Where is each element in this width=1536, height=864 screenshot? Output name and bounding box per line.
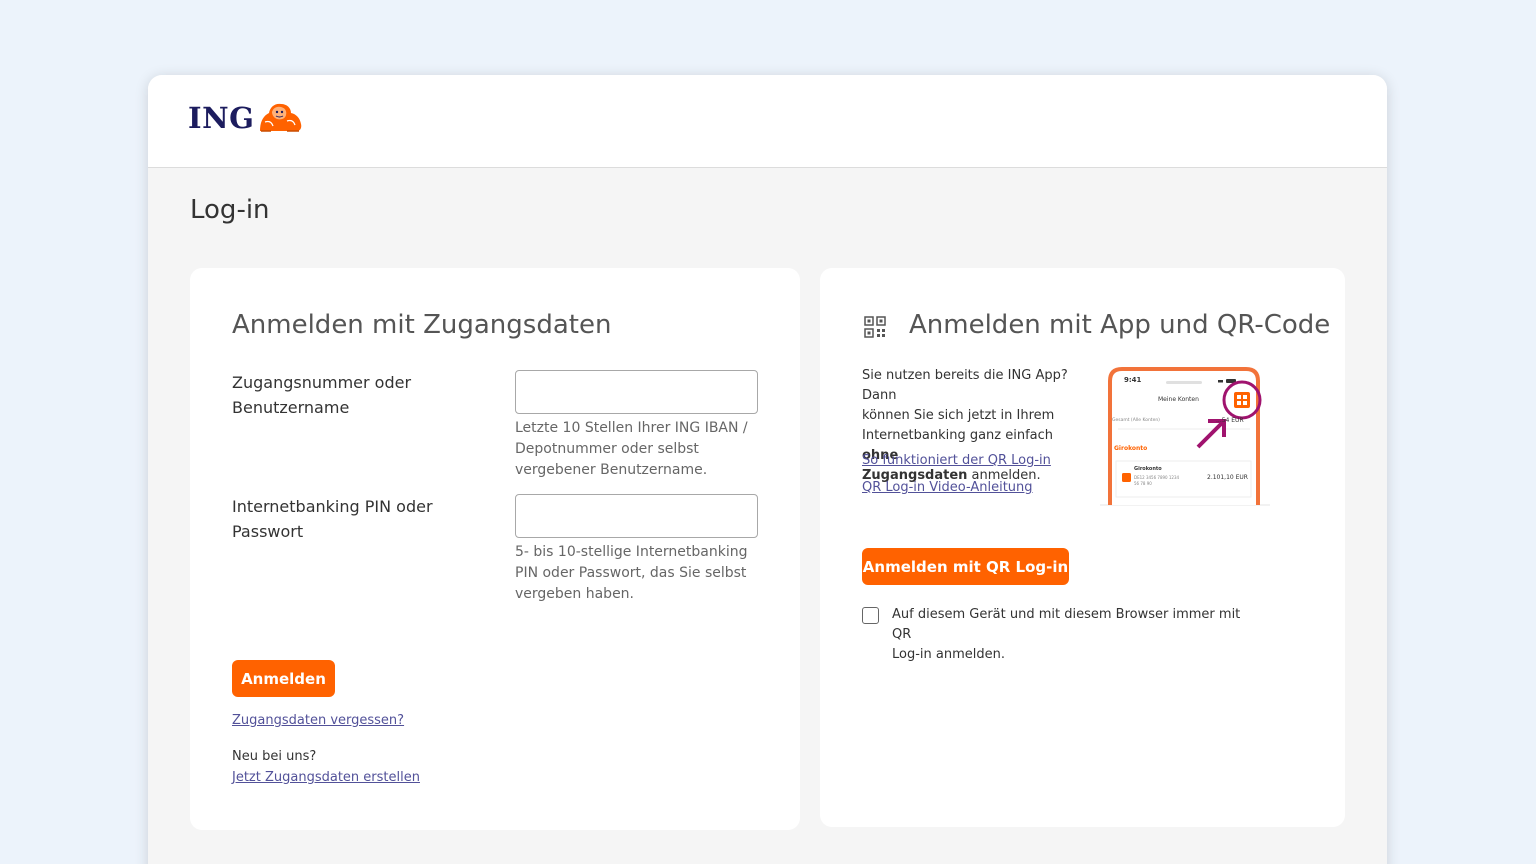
qr-title: Anmelden mit App und QR-Code [909, 310, 1331, 340]
qr-video-link[interactable]: QR Log-in Video-Anleitung [862, 480, 1033, 495]
login-button[interactable]: Anmelden [232, 660, 335, 697]
phone-section: Girokonto [1114, 445, 1148, 452]
phone-iban-line2: 56 78 90 [1134, 481, 1152, 486]
qr-code-icon [864, 316, 886, 338]
ing-logo[interactable]: ING [188, 101, 303, 135]
site-header: ING [148, 75, 1387, 168]
new-customer-label: Neu bei uns? [232, 749, 317, 764]
credentials-card: Anmelden mit Zugangsdaten Zugangsnummer … [190, 268, 800, 830]
phone-time: 9:41 [1124, 376, 1142, 384]
phone-frame [1100, 367, 1270, 506]
logo-text: ING [188, 101, 255, 135]
credentials-title: Anmelden mit Zugangsdaten [232, 310, 612, 340]
pin-hint: 5- bis 10-stellige Internetbanking PIN o… [515, 544, 748, 602]
phone-account-name: Girokonto [1134, 466, 1162, 472]
browser-window: ING Log-in Anmelden mit Zugangsdaten Zug… [148, 75, 1387, 864]
qr-card: Anmelden mit App und QR-Code Sie nutzen … [820, 268, 1345, 827]
qr-how-link[interactable]: So funktioniert der QR Log-in [862, 453, 1051, 468]
phone-total: ...54 EUR [1216, 417, 1244, 424]
phone-illustration: 9:41 Meine Konten Gesamt (Alle Konten) .… [1100, 367, 1270, 507]
phone-balance: 2.101,10 EUR [1207, 474, 1248, 481]
pin-input[interactable] [515, 494, 758, 538]
phone-screen-title: Meine Konten [1158, 396, 1199, 403]
remember-qr-checkbox[interactable] [862, 607, 879, 624]
qr-description: Sie nutzen bereits die ING App? Dann kön… [862, 368, 1068, 483]
phone-iban-line1: DE12 3456 7890 1234 [1134, 475, 1180, 480]
username-input[interactable] [515, 370, 758, 414]
lion-icon [260, 103, 302, 132]
username-label: Zugangsnummer oder Benutzername [232, 373, 412, 417]
remember-qr-label[interactable]: Auf diesem Gerät und mit diesem Browser … [892, 605, 1252, 665]
forgot-credentials-link[interactable]: Zugangsdaten vergessen? [232, 713, 404, 728]
pin-label: Internetbanking PIN oder Passwort [232, 497, 433, 541]
create-credentials-link[interactable]: Jetzt Zugangsdaten erstellen [232, 770, 420, 785]
username-hint: Letzte 10 Stellen Ihrer ING IBAN / Depot… [515, 420, 748, 478]
phone-filter: Gesamt (Alle Konten) [1112, 418, 1160, 423]
page-title: Log-in [190, 195, 270, 225]
qr-login-button[interactable]: Anmelden mit QR Log-in [862, 548, 1069, 585]
